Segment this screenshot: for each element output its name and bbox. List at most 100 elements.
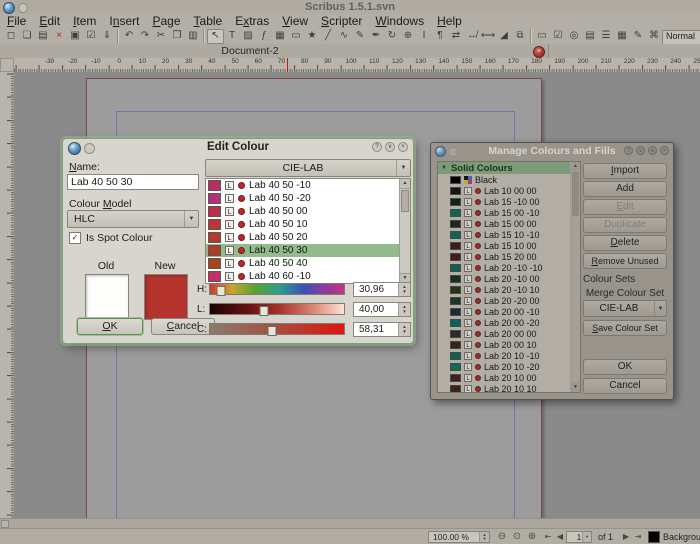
paste-icon[interactable]: ▥ [185,29,201,43]
insert-polygon-icon[interactable]: ★ [304,29,320,43]
spot-colour-checkbox[interactable]: ✓ Is Spot Colour [69,232,153,244]
insert-render-frame-icon[interactable]: ƒ [256,29,272,43]
insert-image-frame-icon[interactable]: ▨ [240,29,256,43]
colour-list-item[interactable]: L Lab 40 50 40 [206,257,410,270]
pdf-combo-box-icon[interactable]: ▦ [614,29,630,43]
image-visual-appearance-dropdown[interactable]: Normal [662,30,700,45]
insert-table-icon[interactable]: ▦ [272,29,288,43]
pdf-text-field-icon[interactable]: ▤ [582,29,598,43]
menu-item[interactable]: Help [437,14,462,28]
export-pdf-icon[interactable]: ⇓ [99,29,115,43]
menu-item[interactable]: Item [73,14,96,28]
tree-scrollbar[interactable]: ▲ ▼ [570,162,580,392]
colour-tree-item[interactable]: L Lab 20 -10 10 [438,284,580,295]
current-layer-indicator[interactable]: Background [648,531,700,543]
story-editor-icon[interactable]: ¶ [432,29,448,43]
colour-tree-item[interactable]: L Lab 20 00 10 [438,339,580,350]
colour-tree-item[interactable]: L Lab 10 00 00 [438,185,580,196]
menu-item[interactable]: Extras [235,14,269,28]
scroll-down-icon[interactable]: ▼ [571,382,580,392]
scrollbar-thumb[interactable] [572,172,579,216]
redo-icon[interactable]: ↷ [137,29,153,43]
expand-triangle-icon[interactable]: ▼ [441,165,447,171]
pdf-list-box-icon[interactable]: ☰ [598,29,614,43]
checkbox-check-icon[interactable]: ✓ [69,232,81,244]
colour-tree-item[interactable]: L Lab 20 00 00 [438,328,580,339]
dialog-titlebar[interactable]: Edit Colour ?∨× [63,139,413,156]
pdf-push-button-icon[interactable]: ▭ [534,29,550,43]
unshade-button[interactable]: ∧ [648,146,657,155]
scroll-up-icon[interactable]: ▲ [571,162,580,172]
chevron-down-icon[interactable]: ▼ [396,160,410,176]
colour-tree[interactable]: ▼ Solid Colours ▲ ▼ L Black [437,161,581,393]
horizontal-ruler[interactable]: -30-20-100102030405060708090100110120130… [14,58,700,73]
colour-tree-item[interactable]: L Lab 15 00 -10 [438,207,580,218]
vertical-ruler[interactable] [0,72,15,518]
first-page-button[interactable]: ⇤ [542,530,554,543]
next-page-button[interactable]: ▶ [620,530,632,543]
menu-item[interactable]: Table [194,14,223,28]
unlink-text-frames-icon[interactable]: ↮ [464,29,480,43]
edit-contents-icon[interactable]: I [416,29,432,43]
colour-list[interactable]: ▲ ▼ L Lab 40 50 -10 L Lab 40 50 -20 [205,178,411,284]
colour-model-dropdown[interactable]: HLC ▼ [67,210,199,228]
solid-colours-group-header[interactable]: ▼ Solid Colours [438,162,580,174]
measurements-icon[interactable]: ⟷ [480,29,496,43]
insert-freehand-icon[interactable]: ✎ [352,29,368,43]
colour-tree-item[interactable]: L Lab 15 10 -10 [438,229,580,240]
previous-page-button[interactable]: ◀ [554,530,566,543]
duplicate-button[interactable]: Duplicate [583,217,667,233]
insert-calligraphic-line-icon[interactable]: ✒ [368,29,384,43]
slider-handle[interactable] [267,326,276,336]
colour-tree-item[interactable]: L Black [438,174,580,185]
page-spinner-arrow[interactable]: ▼ [582,532,591,542]
slider-track[interactable] [209,283,345,295]
colour-list-item[interactable]: L Lab 40 50 -20 [206,192,410,205]
scrollbar-corner-box[interactable] [1,520,9,528]
add-button[interactable]: Add [583,181,667,197]
open-document-icon[interactable]: ❏ [19,29,35,43]
menu-item[interactable]: Page [152,14,180,28]
delete-button[interactable]: Delete [583,235,667,251]
slider-value-spinner[interactable]: 58,31 ▲ ▼ [353,322,411,337]
colour-tree-item[interactable]: L Lab 20 00 -20 [438,317,580,328]
colour-tree-item[interactable]: L Lab 15 20 00 [438,251,580,262]
save-colour-set-button[interactable]: Save Colour Set [583,320,667,336]
insert-line-icon[interactable]: ╱ [320,29,336,43]
pdf-link-annotation-icon[interactable]: ⌘ [646,29,662,43]
insert-text-frame-icon[interactable]: T [224,29,240,43]
menu-item[interactable]: Scripter [321,14,362,28]
menu-item[interactable]: View [282,14,308,28]
cancel-button[interactable]: Cancel [583,378,667,394]
close-document-icon[interactable]: × [51,29,67,43]
menu-item[interactable]: Edit [39,14,60,28]
spinner-arrows[interactable]: ▲ ▼ [398,303,410,316]
list-scrollbar[interactable]: ▲ ▼ [399,179,410,283]
slider-value-spinner[interactable]: 40,00 ▲ ▼ [353,302,411,317]
insert-shape-icon[interactable]: ▭ [288,29,304,43]
zoom-in-icon[interactable]: ⊕ [525,530,539,543]
colour-set-dropdown[interactable]: CIE-LAB ▼ [205,159,411,177]
ok-button[interactable]: OK [583,359,667,375]
colour-tree-item[interactable]: L Lab 20 00 -10 [438,306,580,317]
close-button[interactable]: × [398,142,408,152]
ruler-origin-corner[interactable] [0,58,14,72]
slider-track[interactable] [209,323,345,335]
link-text-frames-icon[interactable]: ⇄ [448,29,464,43]
spin-down-icon[interactable]: ▼ [585,535,589,539]
zoom-default-icon[interactable]: ⊙ [510,530,524,543]
colour-name-input[interactable]: Lab 40 50 30 [67,174,199,190]
zoom-out-icon[interactable]: ⊖ [495,530,509,543]
copy-icon[interactable]: ❐ [169,29,185,43]
rotate-item-icon[interactable]: ↻ [384,29,400,43]
zoom-icon[interactable]: ⊕ [400,29,416,43]
colour-tree-item[interactable]: L Lab 20 10 00 [438,372,580,383]
current-page-spinner[interactable]: 1 ▼ [566,531,592,543]
colour-list-item[interactable]: L Lab 40 50 00 [206,205,410,218]
menu-item[interactable]: Insert [109,14,139,28]
eyedropper-icon[interactable]: ◢ [496,29,512,43]
copy-item-properties-icon[interactable]: ⧉ [512,29,528,43]
colour-tree-item[interactable]: L Lab 15 00 00 [438,218,580,229]
colour-list-item[interactable]: L Lab 40 50 20 [206,231,410,244]
spinner-arrows[interactable]: ▲ ▼ [479,532,489,542]
